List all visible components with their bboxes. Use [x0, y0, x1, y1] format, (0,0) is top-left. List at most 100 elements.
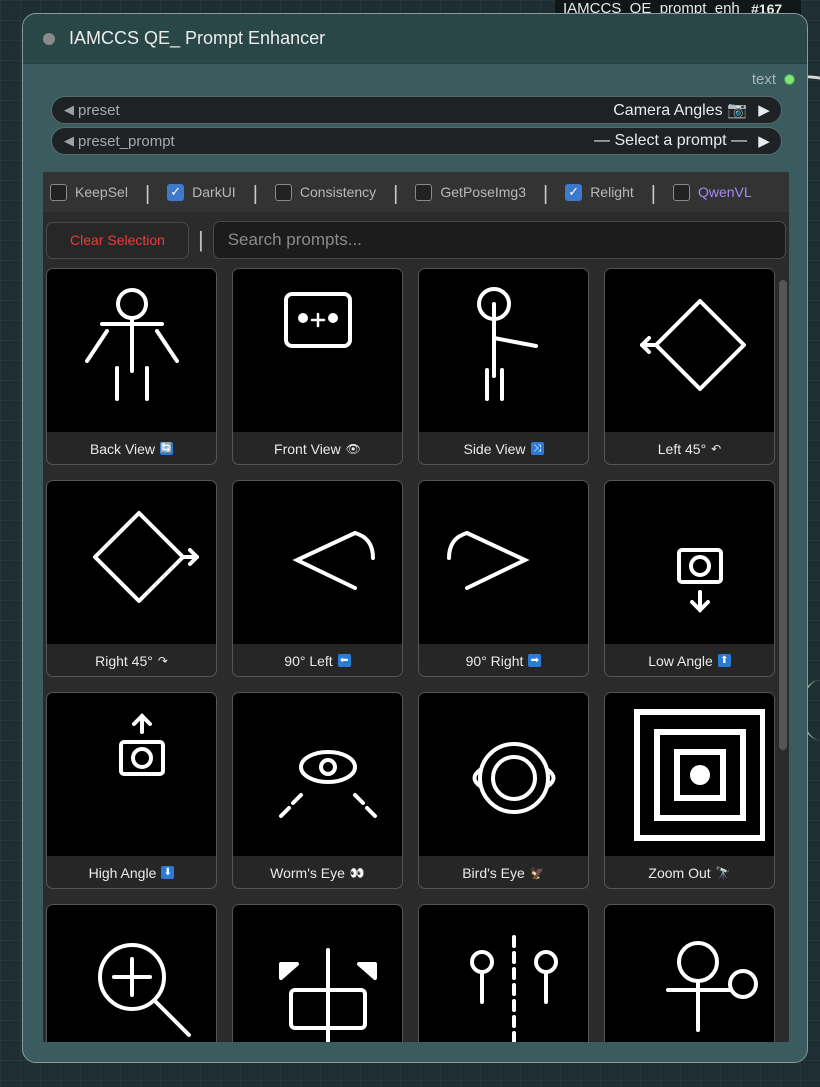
checkbox-box-icon[interactable]: [672, 183, 690, 201]
output-slot-label: text: [751, 70, 776, 88]
prompt-card-label: Back View 🔄: [89, 440, 174, 457]
output-slot-row: text: [23, 64, 807, 94]
left-arrow-emoji-icon: ⬅: [337, 654, 351, 667]
prompt-card[interactable]: Right 45° ↷: [46, 480, 217, 677]
eyes-emoji-icon: 👀: [349, 865, 365, 880]
prompt-card-label: Low Angle ⬆: [605, 644, 774, 676]
prompt-card-grid: Back View 🔄 Front View 👁 Side View ⤨ Left 4…: [46, 268, 775, 1042]
prompt-card-label: 90° Right ➡: [419, 644, 588, 676]
keepsel-checkbox[interactable]: KeepSel: [50, 183, 128, 201]
prompt-card-label: Front View 👁: [274, 440, 361, 457]
node-header[interactable]: IAMCCS QE_ Prompt Enhancer: [23, 14, 807, 64]
over-shoulder-icon: [665, 940, 758, 1032]
gallery-scrollbar[interactable]: [779, 280, 787, 750]
high-angle-icon: [118, 712, 165, 776]
prompt-card[interactable]: Back View 🔄: [46, 268, 217, 465]
birds-eye-icon: [472, 741, 555, 814]
side-view-icon: [476, 286, 538, 401]
checkbox-label: KeepSel: [75, 184, 128, 200]
eagle-emoji-icon: 🦅: [529, 865, 545, 880]
checkbox-label: Consistency: [299, 184, 377, 200]
preset-next-arrow-icon[interactable]: ▶: [747, 101, 781, 119]
preset-prompt-widget-value: — Select a prompt —: [594, 132, 747, 149]
prompt-card[interactable]: Bird's Eye 🦅: [418, 692, 589, 889]
right-45-icon: [92, 510, 199, 603]
shuffle-emoji-icon: ⤨: [530, 442, 544, 455]
getposeimg3-checkbox[interactable]: GetPoseImg3: [415, 183, 526, 201]
checkbox-box-icon[interactable]: [415, 183, 433, 201]
prompt-card-label: Zoom Out 🔭: [648, 864, 731, 881]
preset-widget-name: preset: [78, 101, 120, 119]
preset-prompt-combo-widget[interactable]: ◀ preset_prompt — Select a prompt — ▶: [51, 127, 782, 155]
telescope-emoji-icon: 🔭: [715, 865, 731, 880]
prompt-card[interactable]: [604, 904, 775, 1042]
up-arrow-emoji-icon: ⬆: [717, 654, 731, 667]
ninety-left-icon: [291, 530, 375, 590]
separator: |: [393, 182, 399, 205]
checkbox-label: QwenVL: [697, 184, 752, 200]
preset-prompt-widget-name: preset_prompt: [78, 132, 175, 150]
prompt-card[interactable]: Zoom Out 🔭: [604, 692, 775, 889]
low-angle-icon: [676, 547, 723, 613]
prompt-card[interactable]: [418, 904, 589, 1042]
prompt-enhancer-node[interactable]: IAMCCS QE_ Prompt Enhancer text ◀ preset…: [22, 13, 808, 1063]
separator: |: [252, 182, 258, 205]
preset-widget-value: Camera Angles 📷: [613, 102, 747, 119]
separator: |: [144, 182, 151, 205]
options-checkbox-bar: KeepSel | ✓ DarkUI | Consistency | GetPos…: [43, 172, 789, 212]
prompt-gallery-panel: KeepSel | ✓ DarkUI | Consistency | GetPos…: [43, 172, 789, 1042]
preset-combo-widget[interactable]: ◀ preset Camera Angles 📷 ▶: [51, 96, 782, 124]
checkmark-icon[interactable]: ✓: [565, 183, 583, 201]
prompt-card[interactable]: 90° Left ⬅: [232, 480, 403, 677]
qwenvl-checkbox[interactable]: QwenVL: [672, 183, 752, 201]
node-title: IAMCCS QE_ Prompt Enhancer: [69, 28, 326, 48]
ninety-right-icon: [446, 530, 530, 590]
preset-prev-arrow-icon[interactable]: ◀: [52, 102, 74, 118]
back-view-icon: [84, 287, 179, 401]
preset-prompt-prev-arrow-icon[interactable]: ◀: [52, 133, 74, 149]
consistency-checkbox[interactable]: Consistency: [274, 183, 377, 201]
checkmark-icon[interactable]: ✓: [167, 183, 185, 201]
checkbox-label: Relight: [590, 184, 634, 200]
frame-split-icon: [278, 947, 377, 1042]
prompt-card[interactable]: Front View 👁: [232, 268, 403, 465]
two-shot-icon: [469, 934, 558, 1042]
prompt-card-label: Worm's Eye 👀: [270, 864, 365, 881]
prompt-card[interactable]: Left 45° ↶: [604, 268, 775, 465]
redo-arrow-icon: ↷: [157, 653, 168, 668]
prompt-card-label: 90° Left ⬅: [233, 644, 402, 676]
prompt-card[interactable]: [46, 904, 217, 1042]
left-45-icon: [639, 298, 746, 391]
separator: |: [198, 227, 204, 252]
search-prompts-input[interactable]: [212, 221, 786, 259]
prompt-card[interactable]: [232, 904, 403, 1042]
checkbox-label: DarkUI: [192, 184, 236, 200]
prompt-card-label: Bird's Eye 🦅: [462, 864, 545, 881]
prompt-card-label: High Angle ⬇: [47, 856, 216, 888]
prompt-card[interactable]: Low Angle ⬆: [604, 480, 775, 677]
prompt-card-label: Side View ⤨: [419, 432, 588, 464]
prompt-card[interactable]: Worm's Eye 👀: [232, 692, 403, 889]
checkbox-label: GetPoseImg3: [440, 184, 526, 200]
relight-checkbox[interactable]: ✓ Relight: [565, 183, 634, 201]
prompt-card-label: Left 45° ↶: [657, 440, 722, 457]
down-arrow-emoji-icon: ⬇: [161, 866, 175, 879]
front-view-icon: [283, 291, 352, 348]
separator: |: [542, 182, 549, 205]
eye-emoji-icon: 👁: [345, 441, 361, 456]
prompt-card-label: Right 45° ↷: [95, 652, 168, 669]
checkbox-box-icon[interactable]: [274, 183, 292, 201]
refresh-emoji-icon: 🔄: [160, 442, 174, 455]
clear-selection-button[interactable]: Clear Selection: [46, 221, 189, 259]
collapse-dot-icon[interactable]: [43, 32, 55, 45]
right-arrow-emoji-icon: ➡: [528, 654, 542, 667]
darkui-checkbox[interactable]: ✓ DarkUI: [167, 183, 236, 201]
preset-prompt-next-arrow-icon[interactable]: ▶: [747, 132, 781, 150]
worms-eye-icon: [278, 749, 377, 818]
undo-arrow-icon: ↶: [711, 441, 722, 456]
prompt-card[interactable]: 90° Right ➡: [418, 480, 589, 677]
checkbox-box-icon[interactable]: [50, 183, 67, 201]
prompt-card[interactable]: High Angle ⬇: [46, 692, 217, 889]
prompt-card[interactable]: Side View ⤨: [418, 268, 589, 465]
output-slot-dot-icon[interactable]: [784, 73, 795, 85]
